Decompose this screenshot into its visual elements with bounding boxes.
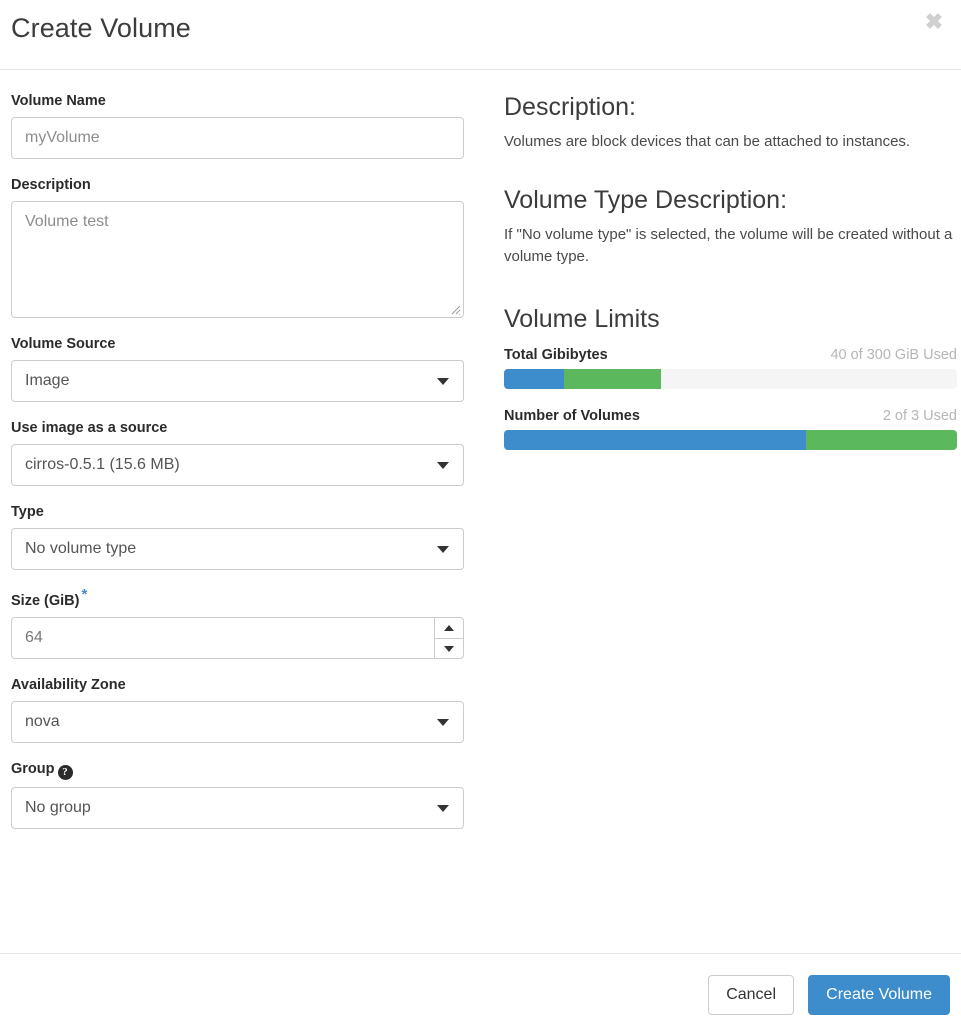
chevron-down-icon xyxy=(437,462,449,469)
progress-used-segment xyxy=(504,369,565,389)
progress-bar xyxy=(504,369,957,389)
field-volume-name: Volume Name xyxy=(11,92,464,159)
required-asterisk-icon: * xyxy=(81,586,88,603)
field-size: Size (GiB) * 64 xyxy=(11,587,464,659)
caret-down-icon xyxy=(444,645,454,652)
volume-source-select[interactable]: Image xyxy=(11,360,464,402)
type-value: No volume type xyxy=(25,540,137,557)
description-wrapper xyxy=(11,201,464,318)
size-decrement-button[interactable] xyxy=(435,639,463,659)
description-heading: Description: xyxy=(504,93,636,121)
close-icon[interactable]: ✖ xyxy=(921,9,947,35)
create-volume-button[interactable]: Create Volume xyxy=(808,975,950,1015)
size-increment-button[interactable] xyxy=(435,618,463,639)
description-text: Volumes are block devices that can be at… xyxy=(504,133,911,150)
modal-header: Create Volume ✖ xyxy=(0,0,961,70)
description-textarea[interactable] xyxy=(11,201,464,318)
field-availability-zone: Availability Zone nova xyxy=(11,676,464,743)
progress-bar xyxy=(504,430,957,450)
type-select[interactable]: No volume type xyxy=(11,528,464,570)
limit-name: Number of Volumes xyxy=(504,408,640,424)
limit-header: Number of Volumes 2 of 3 Used xyxy=(504,407,957,426)
info-panel: Description: Volumes are block devices t… xyxy=(504,92,957,468)
field-image-source: Use image as a source cirros-0.5.1 (15.6… xyxy=(11,419,464,486)
help-circle-icon[interactable]: ? xyxy=(57,764,73,780)
progress-used-segment xyxy=(504,430,807,450)
limit-total-gibibytes: Total Gibibytes 40 of 300 GiB Used xyxy=(504,346,957,389)
field-group: Group? No group xyxy=(11,760,464,829)
image-source-label: Use image as a source xyxy=(11,420,168,436)
volume-name-input[interactable] xyxy=(11,117,464,159)
size-label: Size (GiB) * xyxy=(11,587,464,610)
modal-body: Volume Name Description Volume Source Im… xyxy=(0,70,961,953)
availability-zone-label: Availability Zone xyxy=(11,676,126,693)
create-volume-form: Volume Name Description Volume Source Im… xyxy=(11,92,464,846)
chevron-down-icon xyxy=(437,378,449,385)
group-select[interactable]: No group xyxy=(11,786,464,829)
group-value: No group xyxy=(25,798,91,816)
volume-source-label: Volume Source xyxy=(11,336,116,352)
modal-footer: Cancel Create Volume xyxy=(0,953,961,1028)
progress-adding-segment xyxy=(564,369,662,389)
volume-type-text: If "No volume type" is selected, the vol… xyxy=(504,226,953,265)
field-volume-source: Volume Source Image xyxy=(11,335,464,402)
size-stepper[interactable]: 64 xyxy=(11,616,464,659)
limit-usage-text: 2 of 3 Used xyxy=(882,408,957,424)
progress-adding-segment xyxy=(806,430,957,450)
chevron-down-icon xyxy=(437,546,449,553)
limit-name: Total Gibibytes xyxy=(504,347,608,363)
volume-limits-heading: Volume Limits xyxy=(504,305,660,333)
volume-source-value: Image xyxy=(25,372,70,389)
description-label: Description xyxy=(11,177,91,193)
cancel-button[interactable]: Cancel xyxy=(708,975,794,1015)
image-source-select[interactable]: cirros-0.5.1 (15.6 MB) xyxy=(11,444,464,486)
limit-header: Total Gibibytes 40 of 300 GiB Used xyxy=(504,346,957,365)
field-type: Type No volume type xyxy=(11,503,464,570)
type-label: Type xyxy=(11,504,44,520)
caret-up-icon xyxy=(444,624,454,631)
image-source-value: cirros-0.5.1 (15.6 MB) xyxy=(25,456,180,473)
availability-zone-select[interactable]: nova xyxy=(11,700,464,743)
size-spinner xyxy=(434,617,463,659)
group-label-text: Group xyxy=(11,760,55,777)
size-label-text: Size (GiB) xyxy=(11,592,80,609)
chevron-down-icon xyxy=(437,804,449,812)
volume-type-heading: Volume Type Description: xyxy=(504,186,788,214)
limit-number-of-volumes: Number of Volumes 2 of 3 Used xyxy=(504,407,957,450)
group-label: Group? xyxy=(11,760,464,780)
size-value: 64 xyxy=(25,628,43,646)
page-title: Create Volume xyxy=(11,13,191,43)
limit-usage-text: 40 of 300 GiB Used xyxy=(830,347,957,363)
chevron-down-icon xyxy=(437,718,449,726)
field-description: Description xyxy=(11,176,464,318)
availability-zone-value: nova xyxy=(25,712,60,730)
volume-name-label: Volume Name xyxy=(11,93,106,109)
